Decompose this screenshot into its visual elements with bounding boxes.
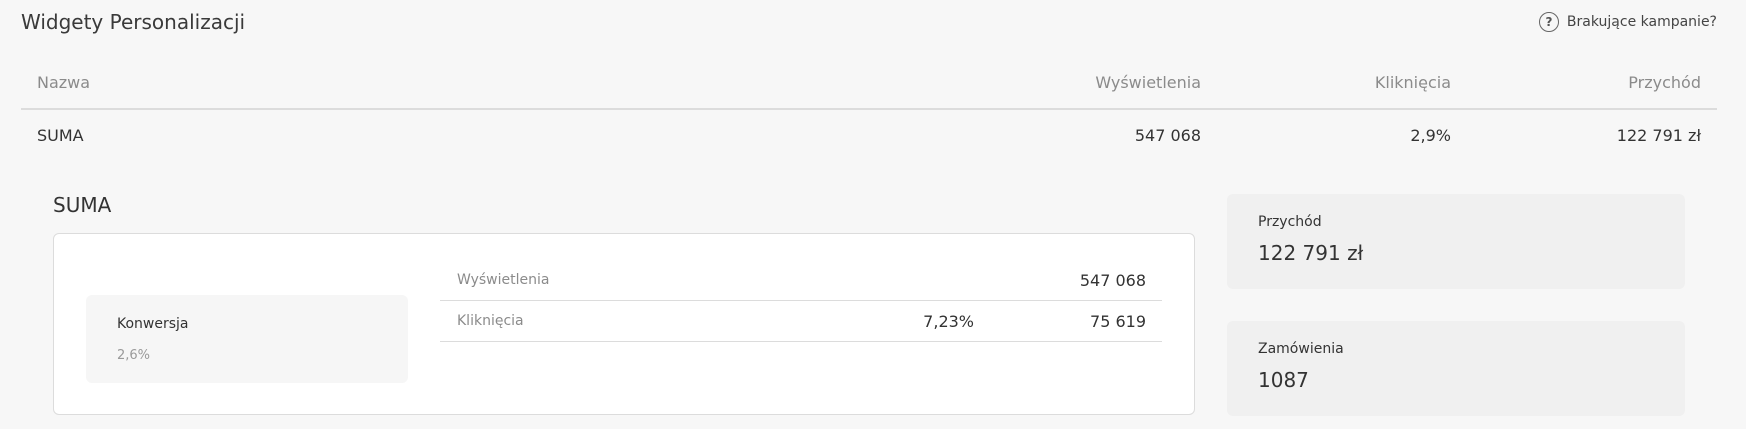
column-header-clicks[interactable]: Kliknięcia <box>1375 73 1451 92</box>
missing-campaigns-label: Brakujące kampanie? <box>1566 14 1717 30</box>
stats-row-clicks: Kliknięcia 7,23% 75 619 <box>440 301 1162 342</box>
revenue-label: Przychód <box>1258 214 1322 230</box>
missing-campaigns-link[interactable]: ? Brakujące kampanie? <box>1538 12 1717 32</box>
details-card: Konwersja 2,6% Wyświetlenia 547 068 Klik… <box>53 233 1195 415</box>
stats-label: Wyświetlenia <box>457 272 550 288</box>
stats-table: Wyświetlenia 547 068 Kliknięcia 7,23% 75… <box>440 260 1162 342</box>
stats-row-views: Wyświetlenia 547 068 <box>440 260 1162 301</box>
row-clicks: 2,9% <box>1410 126 1451 145</box>
row-name: SUMA <box>37 126 84 145</box>
column-header-name[interactable]: Nazwa <box>37 73 90 92</box>
orders-label: Zamówienia <box>1258 341 1344 357</box>
row-views: 547 068 <box>1134 126 1201 145</box>
page-title: Widgety Personalizacji <box>21 10 246 34</box>
stats-percentage: 7,23% <box>923 312 974 331</box>
question-circle-icon: ? <box>1538 12 1559 32</box>
conversion-value: 2,6% <box>117 348 151 363</box>
stats-label: Kliknięcia <box>457 313 524 329</box>
stats-value: 547 068 <box>1079 271 1146 290</box>
revenue-value: 122 791 zł <box>1258 241 1364 265</box>
row-revenue: 122 791 zł <box>1616 126 1701 145</box>
column-header-views[interactable]: Wyświetlenia <box>1095 73 1201 92</box>
orders-value: 1087 <box>1258 368 1309 392</box>
conversion-label: Konwersja <box>117 316 189 332</box>
table-header: Nazwa Wyświetlenia Kliknięcia Przychód <box>21 66 1717 110</box>
column-header-revenue[interactable]: Przychód <box>1628 73 1701 92</box>
stats-value: 75 619 <box>1090 312 1146 331</box>
table-row[interactable]: SUMA 547 068 2,9% 122 791 zł <box>21 112 1717 162</box>
orders-card: Zamówienia 1087 <box>1227 321 1685 416</box>
revenue-card: Przychód 122 791 zł <box>1227 194 1685 289</box>
details-title: SUMA <box>53 193 112 217</box>
conversion-box: Konwersja 2,6% <box>86 295 408 383</box>
page-header: Widgety Personalizacji ? Brakujące kampa… <box>21 0 1717 44</box>
